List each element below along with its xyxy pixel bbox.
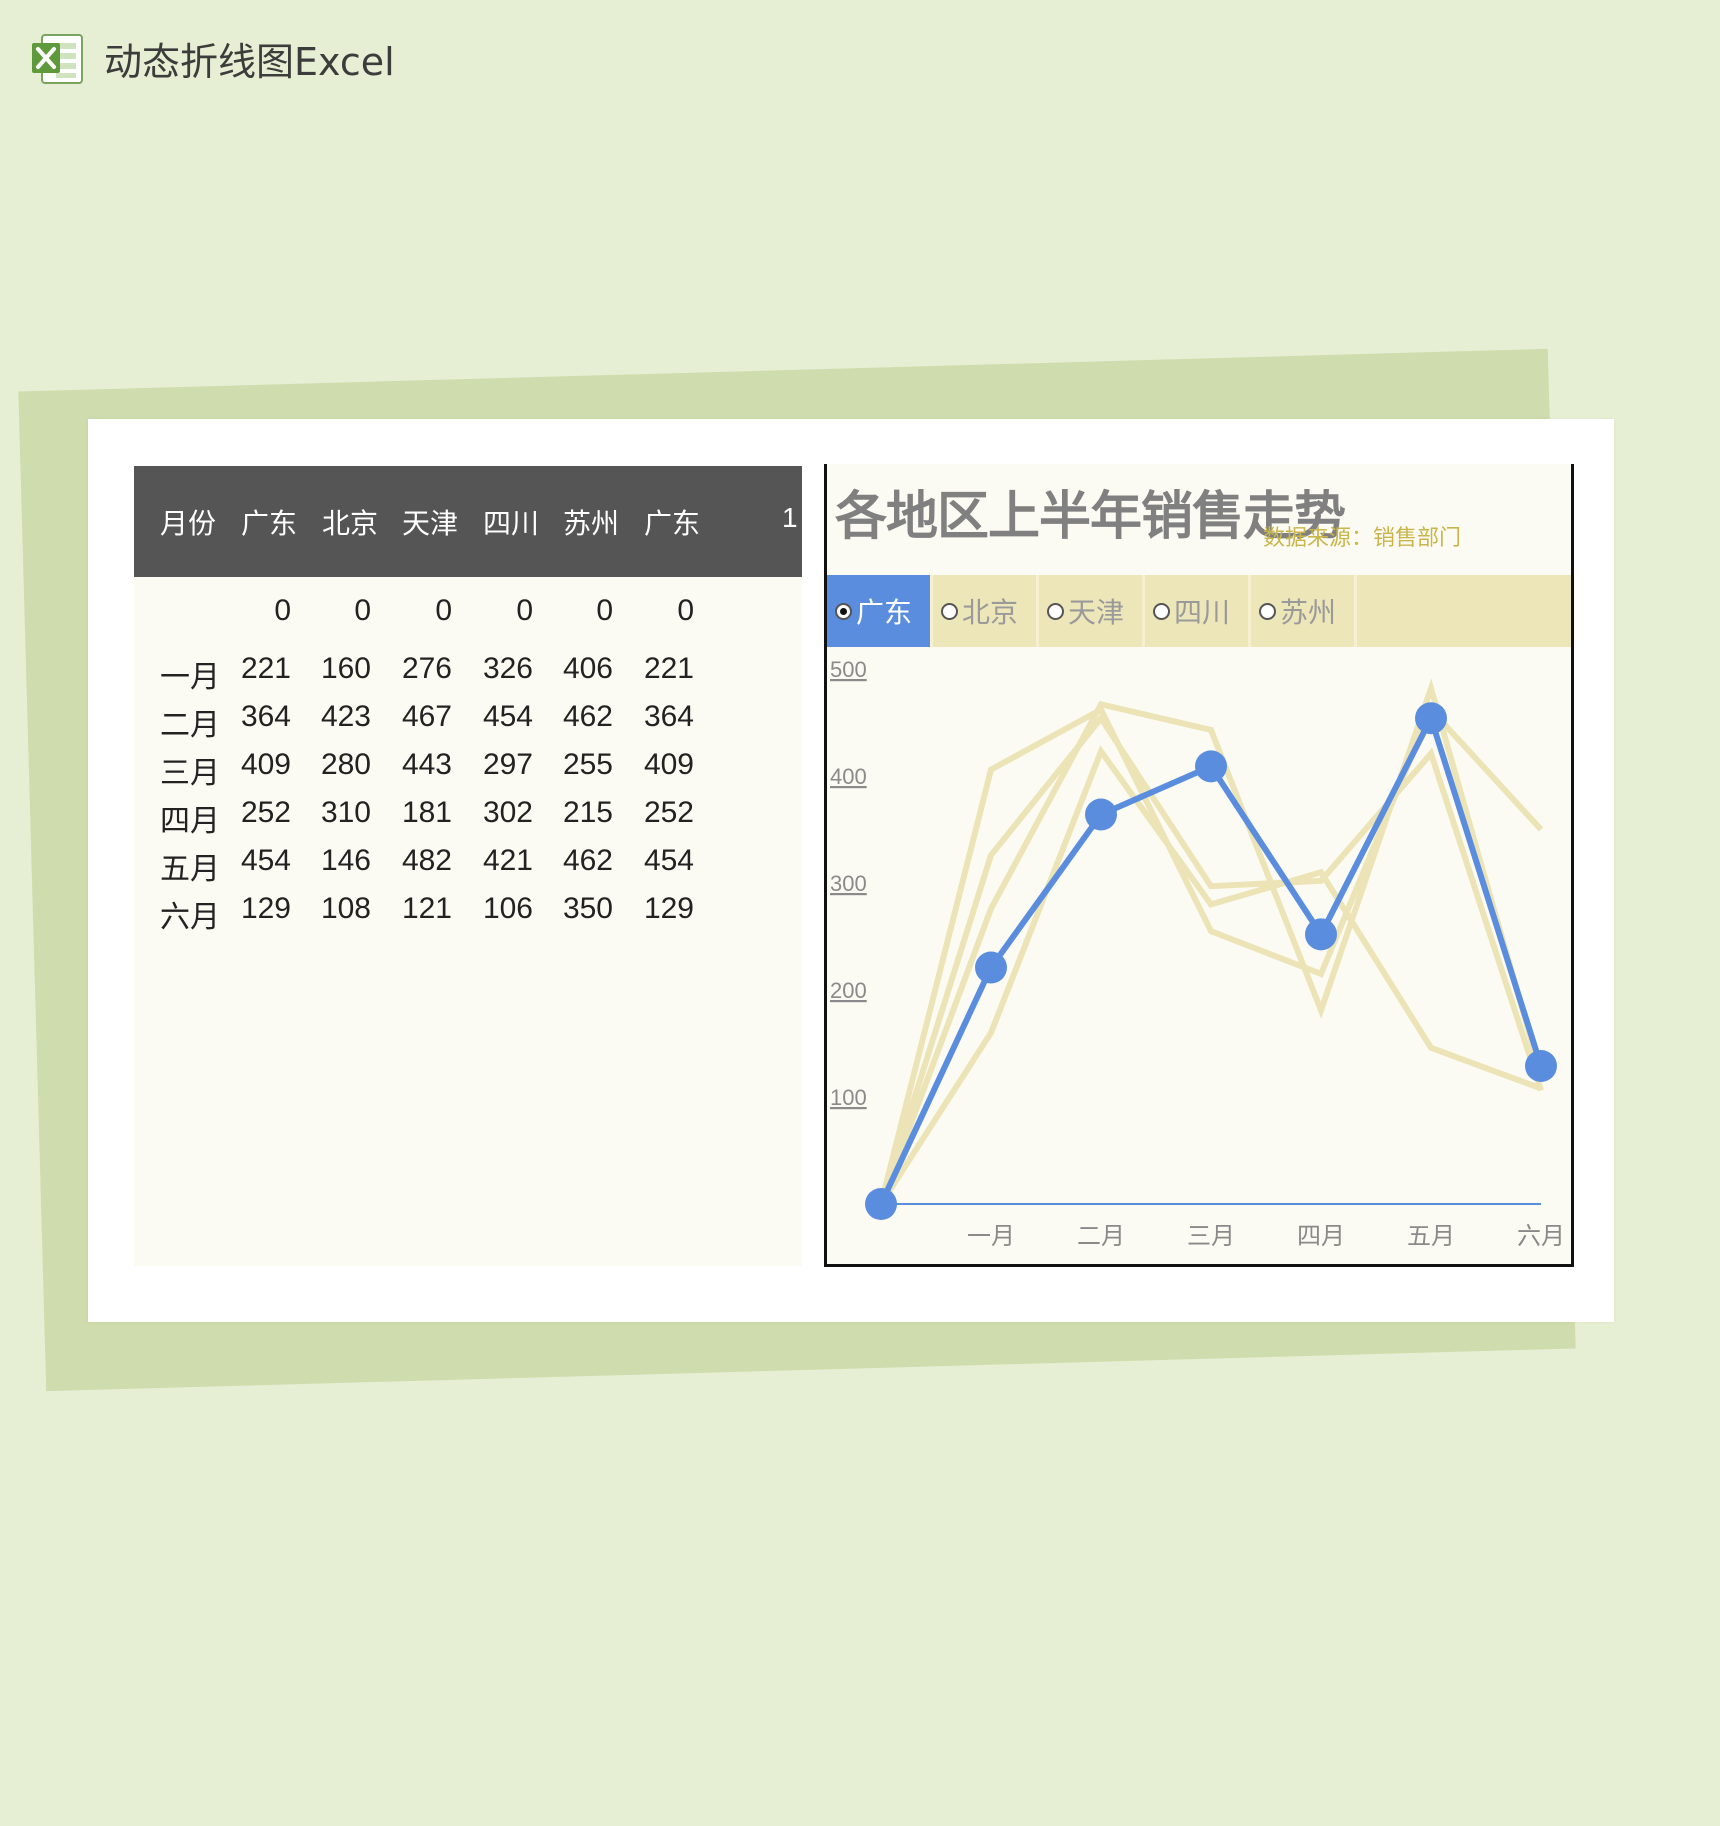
table-cell: 160 [320, 652, 371, 685]
table-cell: 302 [482, 796, 533, 829]
region-option-label: 广东 [856, 596, 913, 629]
table-cell: 409 [240, 748, 291, 781]
y-tick-label: 200 [830, 978, 867, 1003]
data-point [1195, 750, 1227, 783]
radio-icon[interactable] [1259, 602, 1276, 620]
header-guangdong: 广东 [241, 508, 298, 539]
app-header: 动态折线图Excel [28, 28, 395, 88]
region-option-label: 天津 [1068, 596, 1125, 629]
excel-icon [32, 34, 83, 84]
table-cell: 255 [562, 748, 613, 781]
region-option[interactable]: 天津 [1039, 575, 1145, 647]
region-option-label: 北京 [962, 596, 1019, 629]
table-cell: 409 [643, 748, 694, 781]
table-cell: 221 [240, 652, 291, 685]
table-cell: 221 [643, 652, 694, 685]
table-cell: 310 [320, 796, 371, 829]
x-tick-label: 一月 [967, 1222, 1015, 1250]
table-cell: 350 [562, 892, 613, 925]
table-row-month: 四月 [160, 805, 220, 838]
x-tick-label: 四月 [1297, 1222, 1345, 1250]
data-point [1305, 918, 1337, 951]
region-option[interactable]: 苏州 [1251, 575, 1357, 647]
table-cell: 146 [320, 844, 371, 877]
table-cell: 364 [643, 700, 694, 733]
table-cell-zero: 0 [274, 594, 291, 627]
y-tick-label: 300 [830, 871, 867, 896]
region-option-label: 四川 [1174, 596, 1231, 629]
table-cell: 129 [240, 892, 291, 925]
x-tick-label: 六月 [1517, 1222, 1565, 1250]
header-sichuan: 四川 [483, 508, 540, 539]
table-cell: 129 [643, 892, 694, 925]
header-month: 月份 [160, 508, 217, 539]
table-row-month: 五月 [160, 853, 220, 886]
table-cell: 421 [482, 844, 533, 877]
y-tick-label: 500 [830, 657, 867, 682]
table-cell: 406 [562, 652, 613, 685]
table-row-month: 二月 [160, 709, 220, 742]
region-option[interactable]: 北京 [933, 575, 1039, 647]
header-beijing: 北京 [322, 508, 379, 539]
table-cell: 280 [320, 748, 371, 781]
table-cell: 454 [240, 844, 291, 877]
table-cell: 276 [401, 652, 452, 685]
table-cell: 252 [643, 796, 694, 829]
table-cell-zero: 0 [677, 594, 694, 627]
region-option[interactable]: 四川 [1145, 575, 1251, 647]
chart-panel: 100 200 300 400 500 一月 二月 三月 四月 五月 六月 各地区上半年销售走势 数… [824, 464, 1574, 1267]
data-point [865, 1188, 897, 1220]
table-cell: 181 [401, 796, 452, 829]
region-option[interactable]: 广东 [827, 575, 933, 647]
table-cell: 467 [401, 700, 452, 733]
region-selector: 广东 北京 天津 四川 苏州 [827, 575, 1571, 647]
table-cell: 297 [482, 748, 533, 781]
header-tianjin: 天津 [402, 508, 459, 539]
table-cell: 482 [401, 844, 452, 877]
x-tick-label: 五月 [1407, 1222, 1455, 1250]
data-sheet: 月份 广东 北京 天津 四川 苏州 广东 1 0 0 0 0 0 0 一月 221 160 276… [134, 466, 802, 1266]
data-point [1415, 702, 1447, 735]
table-cell: 326 [482, 652, 533, 685]
x-tick-label: 二月 [1077, 1222, 1125, 1250]
table-cell: 106 [482, 892, 533, 925]
header-selected-region: 广东 [644, 508, 701, 539]
table-cell: 108 [320, 892, 371, 925]
table-cell: 215 [562, 796, 613, 829]
table-cell-zero: 0 [516, 594, 533, 627]
table-cell: 462 [562, 844, 613, 877]
table-cell-zero: 0 [596, 594, 613, 627]
header-suzhou: 苏州 [563, 508, 620, 539]
table-cell: 462 [562, 700, 613, 733]
data-point [1085, 798, 1117, 831]
chart-source: 数据来源：销售部门 [1263, 526, 1462, 551]
header-selected-index: 1 [782, 502, 798, 533]
radio-icon[interactable] [1153, 602, 1170, 620]
data-point [975, 951, 1007, 984]
table-row-month: 三月 [160, 757, 220, 790]
table-cell: 454 [643, 844, 694, 877]
radio-icon[interactable] [941, 602, 958, 620]
data-point [1525, 1049, 1557, 1082]
table-cell: 443 [401, 748, 452, 781]
table-cell: 121 [401, 892, 452, 925]
table-header-row: 月份 广东 北京 天津 四川 苏州 广东 1 [134, 466, 802, 577]
table-cell-zero: 0 [435, 594, 452, 627]
table-cell-zero: 0 [354, 594, 371, 627]
table-row-month: 六月 [160, 901, 220, 934]
radio-icon[interactable] [835, 602, 852, 620]
app-title: 动态折线图Excel [104, 39, 395, 84]
y-tick-label: 100 [830, 1085, 867, 1110]
x-tick-label: 三月 [1187, 1222, 1235, 1250]
y-tick-label: 400 [830, 764, 867, 789]
table-row-month: 一月 [160, 661, 220, 694]
table-cell: 364 [240, 700, 291, 733]
region-option-label: 苏州 [1280, 596, 1337, 629]
radio-icon[interactable] [1047, 602, 1064, 620]
table-cell: 423 [320, 700, 371, 733]
table-cell: 454 [482, 700, 533, 733]
table-cell: 252 [240, 796, 291, 829]
